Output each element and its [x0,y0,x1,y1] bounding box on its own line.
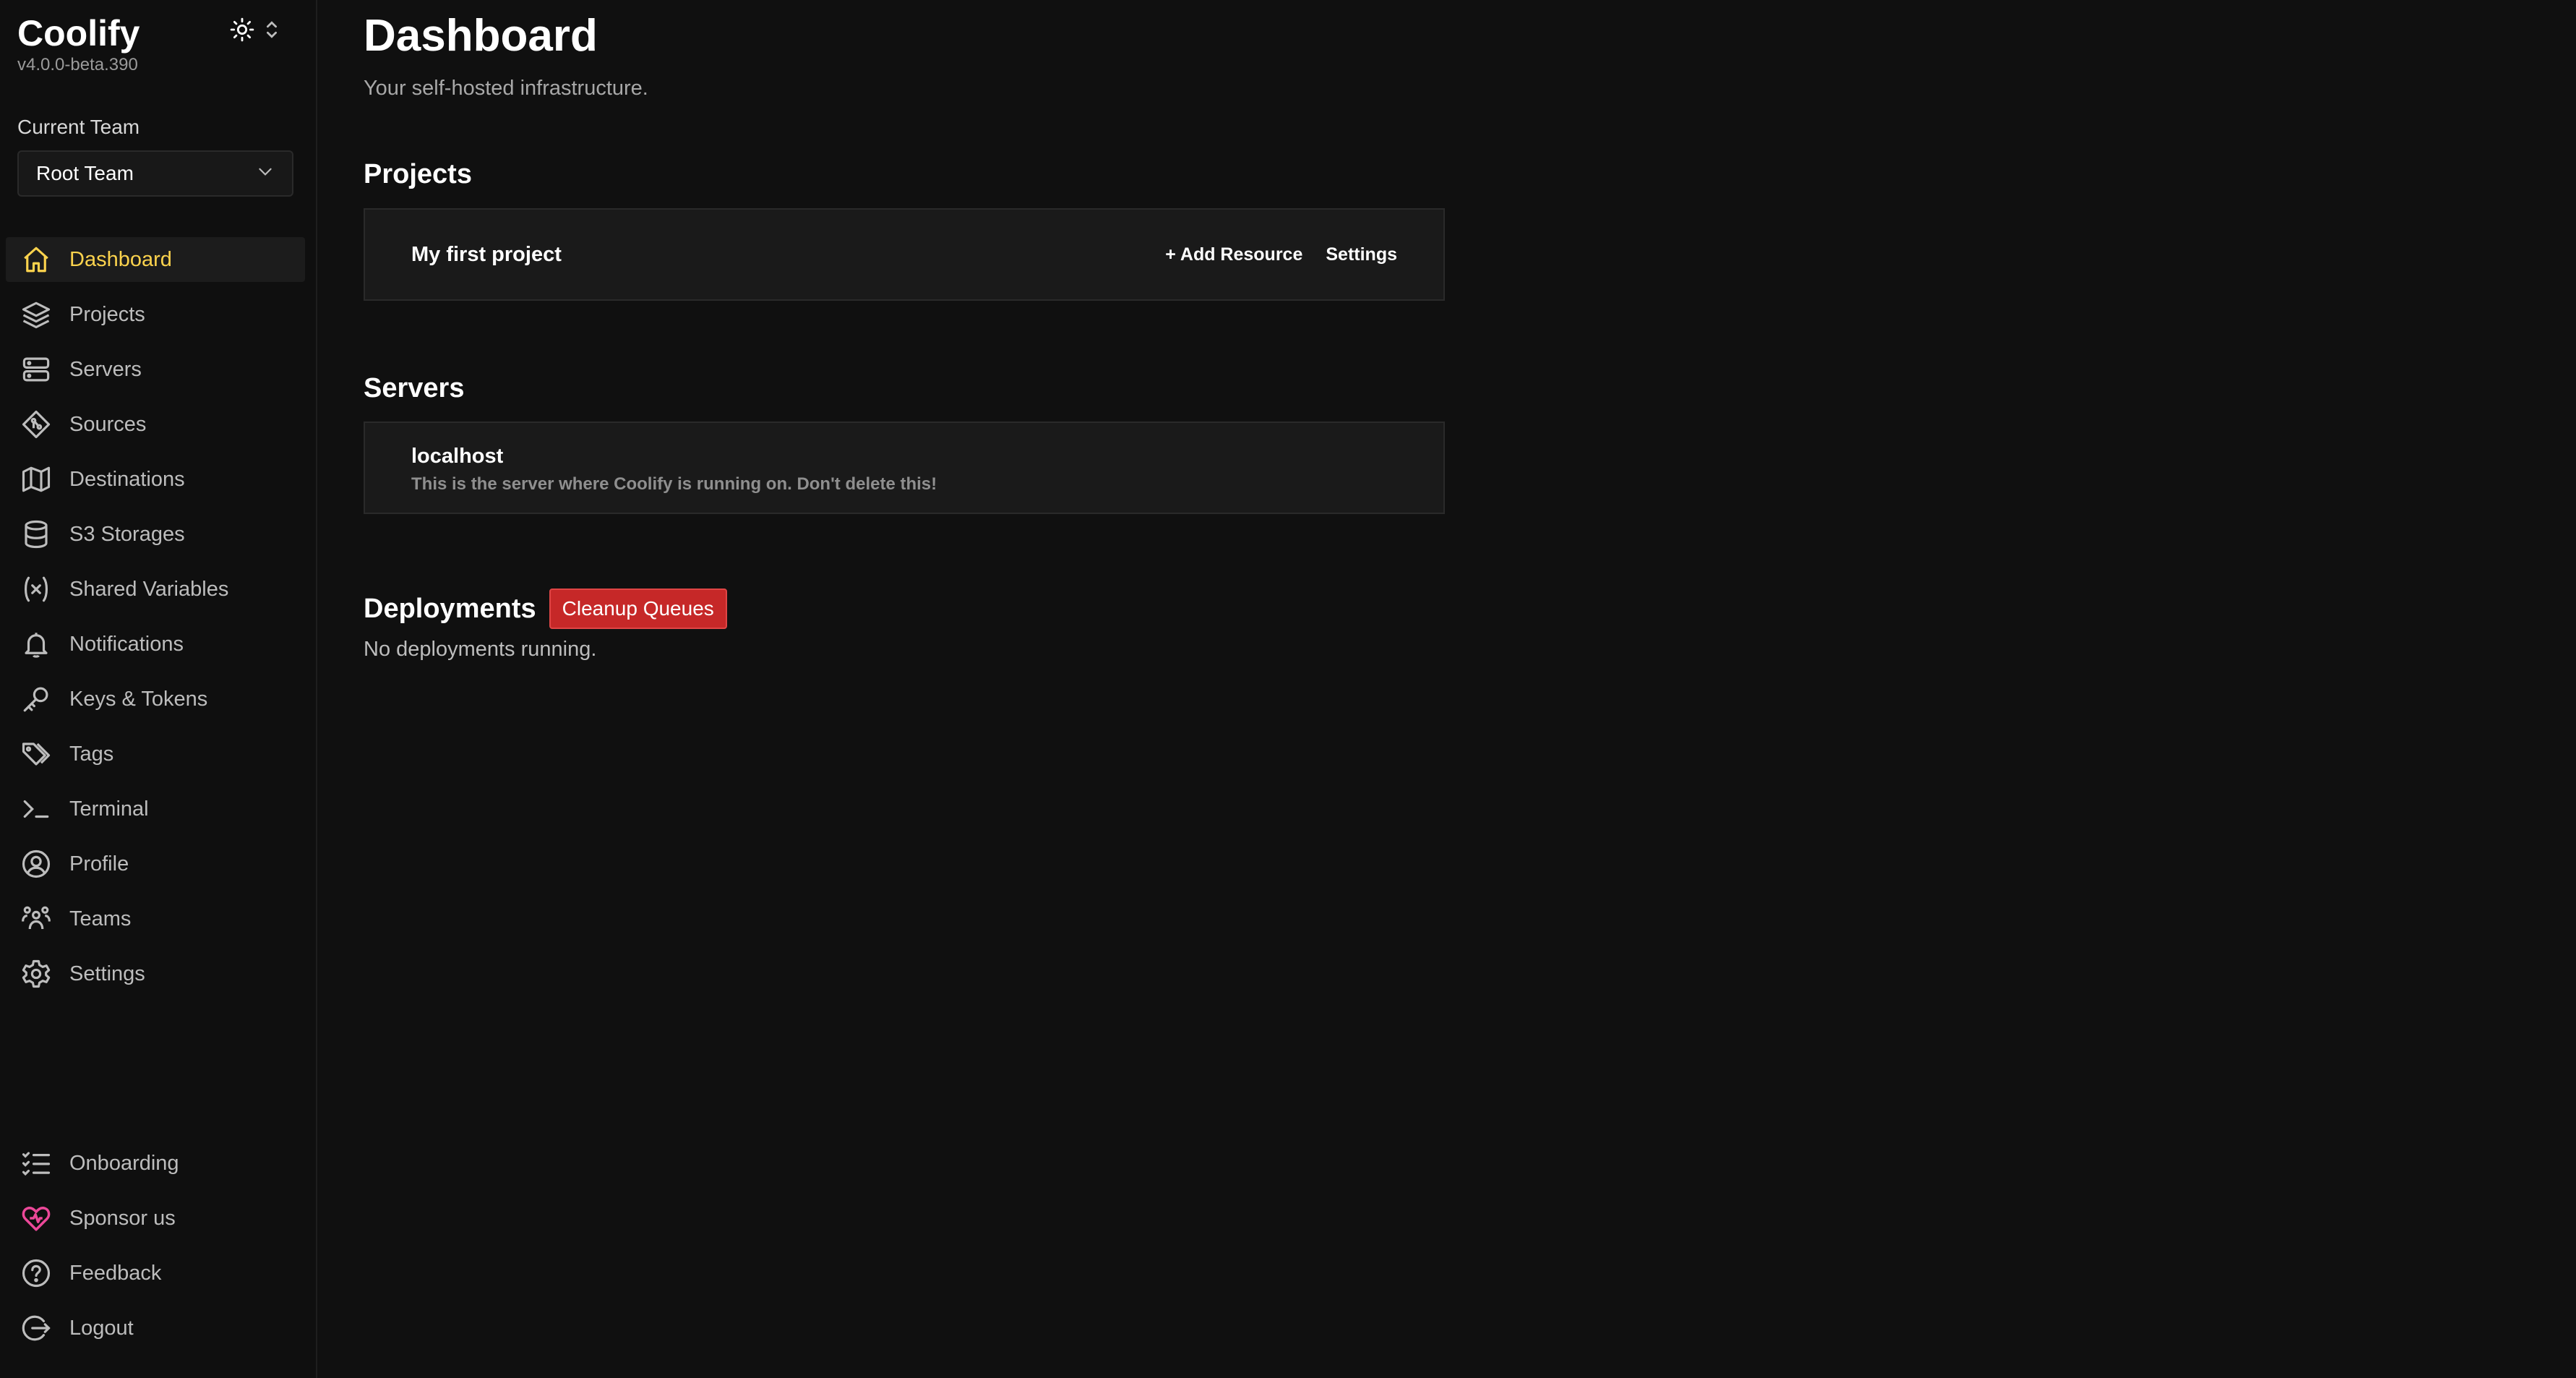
page-title: Dashboard [364,11,598,61]
home-icon [19,242,53,277]
nav-label: Settings [69,962,145,985]
variable-icon [19,572,53,607]
server-description: This is the server where Coolify is runn… [411,474,937,494]
nav-item-sponsor[interactable]: Sponsor us [6,1196,305,1241]
nav-item-logout[interactable]: Logout [6,1306,305,1351]
nav-item-servers[interactable]: Servers [6,347,305,392]
team-select[interactable]: Root Team [17,150,293,197]
user-circle-icon [19,847,53,881]
nav-label: Teams [69,907,132,930]
nav-label: Notifications [69,632,184,656]
deployments-header: Deployments Cleanup Queues [364,589,727,629]
nav-label: Servers [69,357,142,381]
server-card[interactable]: localhost This is the server where Cooli… [364,421,1445,514]
project-settings-link[interactable]: Settings [1326,244,1397,265]
deployments-heading: Deployments [364,593,536,624]
nav-label: Logout [69,1316,134,1340]
nav-item-projects[interactable]: Projects [6,292,305,337]
help-circle-icon [19,1256,53,1291]
brand: Coolify v4.0.0-beta.390 [17,12,139,75]
nav-item-sources[interactable]: Sources [6,402,305,447]
sidebar: Coolify v4.0.0-beta.390 Current Team Roo… [0,0,317,1378]
nav-item-keys-tokens[interactable]: Keys & Tokens [6,677,305,722]
cleanup-queues-button[interactable]: Cleanup Queues [549,589,727,629]
nav-label: Sponsor us [69,1206,176,1230]
nav-item-profile[interactable]: Profile [6,842,305,886]
nav-item-settings[interactable]: Settings [6,951,305,996]
layers-icon [19,297,53,332]
tags-icon [19,737,53,771]
nav-item-shared-variables[interactable]: Shared Variables [6,567,305,612]
nav-label: Feedback [69,1261,162,1285]
nav-label: Projects [69,302,145,326]
no-deployments-text: No deployments running. [364,638,597,661]
theme-switcher[interactable] [230,17,279,46]
team-select-value: Root Team [36,162,134,184]
nav-label: Shared Variables [69,577,229,601]
nav-label: Destinations [69,467,185,491]
nav-item-dashboard[interactable]: Dashboard [6,237,305,282]
nav-label: Sources [69,412,147,436]
nav-item-teams[interactable]: Teams [6,896,305,941]
project-card[interactable]: My first project + Add Resource Settings [364,208,1445,301]
nav-item-terminal[interactable]: Terminal [6,787,305,831]
gear-icon [19,957,53,991]
projects-heading: Projects [364,159,472,189]
sun-icon [230,17,254,46]
chevron-up-down-icon [265,20,279,43]
server-icon [19,352,53,387]
terminal-icon [19,792,53,826]
logout-icon [19,1311,53,1345]
nav-label: Keys & Tokens [69,687,208,711]
project-name: My first project [411,242,562,266]
bottom-nav: Onboarding Sponsor us Feedback Logout [6,1141,305,1361]
add-resource-link[interactable]: + Add Resource [1165,244,1302,265]
brand-title: Coolify [17,13,140,54]
nav-item-tags[interactable]: Tags [6,732,305,776]
main-content: Dashboard Your self-hosted infrastructur… [317,0,2576,1378]
database-icon [19,517,53,552]
nav-label: Onboarding [69,1151,179,1175]
nav-item-destinations[interactable]: Destinations [6,457,305,502]
nav-item-feedback[interactable]: Feedback [6,1251,305,1296]
main-nav: Dashboard Projects Servers Sources Desti… [6,237,305,1006]
current-team-label: Current Team [17,116,140,138]
nav-label: S3 Storages [69,522,185,546]
heart-icon [19,1201,53,1236]
servers-heading: Servers [364,373,465,403]
nav-label: Profile [69,852,129,876]
key-icon [19,682,53,716]
nav-item-notifications[interactable]: Notifications [6,622,305,667]
app-root: Coolify v4.0.0-beta.390 Current Team Roo… [0,0,2576,1378]
server-name: localhost [411,445,504,468]
nav-label: Dashboard [69,247,172,271]
project-actions: + Add Resource Settings [1165,244,1397,265]
brand-version: v4.0.0-beta.390 [17,55,138,74]
page-subtitle: Your self-hosted infrastructure. [364,77,648,100]
users-icon [19,902,53,936]
bell-icon [19,627,53,662]
git-icon [19,407,53,442]
nav-label: Tags [69,742,114,766]
checklist-icon [19,1146,53,1181]
nav-item-onboarding[interactable]: Onboarding [6,1141,305,1186]
chevron-down-icon [256,162,275,186]
nav-item-s3-storages[interactable]: S3 Storages [6,512,305,557]
map-icon [19,462,53,497]
nav-label: Terminal [69,797,149,821]
